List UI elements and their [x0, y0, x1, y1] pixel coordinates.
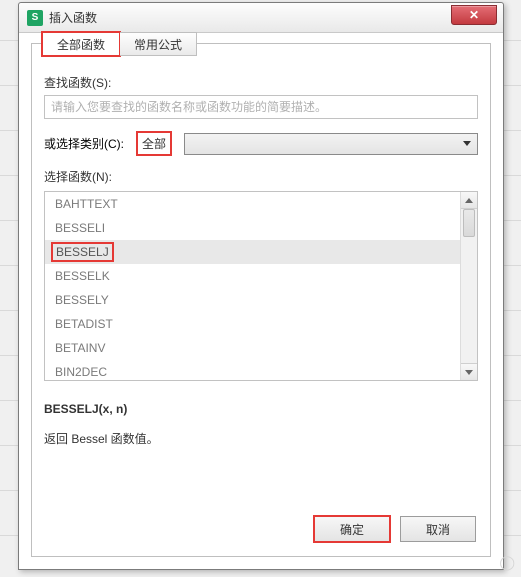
- tab-label: 常用公式: [134, 36, 182, 53]
- content-frame: 全部函数 常用公式 查找函数(S): 或选择类别(C): 全部 选择函数(N):…: [31, 43, 491, 557]
- list-item-label: BESSELY: [55, 293, 109, 307]
- list-item[interactable]: BIN2DEC: [45, 360, 460, 380]
- category-select[interactable]: [184, 133, 478, 155]
- scroll-up-button[interactable]: [461, 192, 477, 209]
- list-item-label: BESSELK: [55, 269, 110, 283]
- function-listbox: BAHTTEXT BESSELI BESSELJ BESSELK BESSELY BETA…: [44, 191, 478, 381]
- list-item[interactable]: BESSELY: [45, 288, 460, 312]
- scrollbar-thumb[interactable]: [463, 209, 475, 237]
- titlebar[interactable]: S 插入函数 ✕: [19, 3, 503, 33]
- list-item[interactable]: BESSELK: [45, 264, 460, 288]
- close-button[interactable]: ✕: [451, 5, 497, 25]
- scrollbar[interactable]: [460, 192, 477, 380]
- body-area: 查找函数(S): 或选择类别(C): 全部 选择函数(N): BAHTTEXTB…: [44, 68, 478, 500]
- category-value-highlight: 全部: [136, 131, 172, 156]
- list-item-label: BAHTTEXT: [55, 197, 118, 211]
- list-item[interactable]: BESSELI: [45, 216, 460, 240]
- function-list-label: 选择函数(N):: [44, 168, 478, 185]
- search-input[interactable]: [44, 95, 478, 119]
- category-value: 全部: [142, 137, 166, 151]
- cancel-button[interactable]: 取消: [400, 516, 476, 542]
- chevron-down-icon: [465, 370, 473, 375]
- list-item[interactable]: BAHTTEXT: [45, 192, 460, 216]
- description-area: BESSELJ(x, n) 返回 Bessel 函数值。: [44, 399, 478, 450]
- list-item-label: BESSELJ: [51, 242, 114, 262]
- list-item[interactable]: BESSELJ: [45, 240, 460, 264]
- ok-button[interactable]: 确定: [314, 516, 390, 542]
- function-list[interactable]: BAHTTEXT BESSELI BESSELJ BESSELK BESSELY BETA…: [45, 192, 460, 380]
- tabs: 全部函数 常用公式: [42, 32, 197, 56]
- button-row: 确定 取消: [314, 516, 476, 542]
- window-title: 插入函数: [49, 9, 451, 26]
- tab-common-formula[interactable]: 常用公式: [120, 32, 197, 56]
- insert-function-dialog: S 插入函数 ✕ 全部函数 常用公式 查找函数(S): 或选择类别(C): 全部: [18, 2, 504, 570]
- chevron-down-icon: [463, 141, 471, 146]
- scroll-down-button[interactable]: [461, 363, 477, 380]
- list-item[interactable]: BETADIST: [45, 312, 460, 336]
- button-label: 确定: [340, 521, 364, 538]
- list-item[interactable]: BETAINV: [45, 336, 460, 360]
- tab-label: 全部函数: [57, 36, 105, 53]
- close-icon: ✕: [469, 8, 479, 22]
- list-item-label: BETADIST: [55, 317, 113, 331]
- list-item-label: BETAINV: [55, 341, 105, 355]
- app-icon: S: [27, 10, 43, 26]
- search-label: 查找函数(S):: [44, 74, 478, 91]
- chevron-up-icon: [465, 198, 473, 203]
- button-label: 取消: [426, 521, 450, 538]
- list-item-label: BESSELI: [55, 221, 105, 235]
- list-item-label: BIN2DEC: [55, 365, 107, 379]
- function-signature: BESSELJ(x, n): [44, 399, 478, 419]
- tab-all-functions[interactable]: 全部函数: [42, 32, 120, 56]
- category-label: 或选择类别(C):: [44, 135, 124, 152]
- function-description: 返回 Bessel 函数值。: [44, 429, 478, 449]
